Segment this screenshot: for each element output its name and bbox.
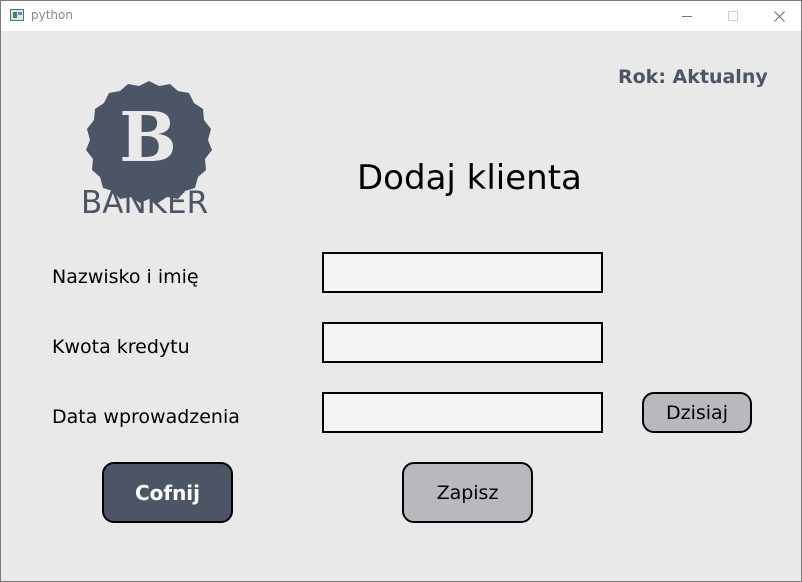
logo-text: BANKER: [81, 185, 209, 221]
minimize-button[interactable]: [664, 1, 710, 31]
year-label: Rok: Aktualny: [618, 66, 768, 88]
today-button[interactable]: Dzisiaj: [642, 392, 752, 433]
date-label: Data wprowadzenia: [52, 406, 240, 428]
window-title: python: [31, 8, 73, 22]
logo-letter: B: [119, 98, 176, 178]
name-label: Nazwisko i imię: [52, 266, 199, 288]
python-app-icon: [10, 9, 24, 21]
date-input[interactable]: [322, 392, 603, 433]
client-area: Rok: Aktualny B BANKER Dodaj klienta Naz…: [1, 31, 801, 581]
page-title: Dodaj klienta: [357, 158, 582, 198]
title-bar: python: [1, 1, 801, 31]
close-button[interactable]: [756, 1, 802, 31]
save-button[interactable]: Zapisz: [402, 462, 533, 523]
back-button[interactable]: Cofnij: [102, 462, 233, 523]
app-window: python Rok: Aktualny B BANKER Dodaj klie…: [0, 0, 802, 582]
amount-input[interactable]: [322, 322, 603, 363]
amount-label: Kwota kredytu: [52, 336, 190, 358]
name-input[interactable]: [322, 252, 603, 293]
maximize-button[interactable]: [710, 1, 756, 31]
close-icon: [773, 10, 785, 22]
minimize-icon: [682, 15, 692, 17]
maximize-icon: [728, 11, 738, 21]
